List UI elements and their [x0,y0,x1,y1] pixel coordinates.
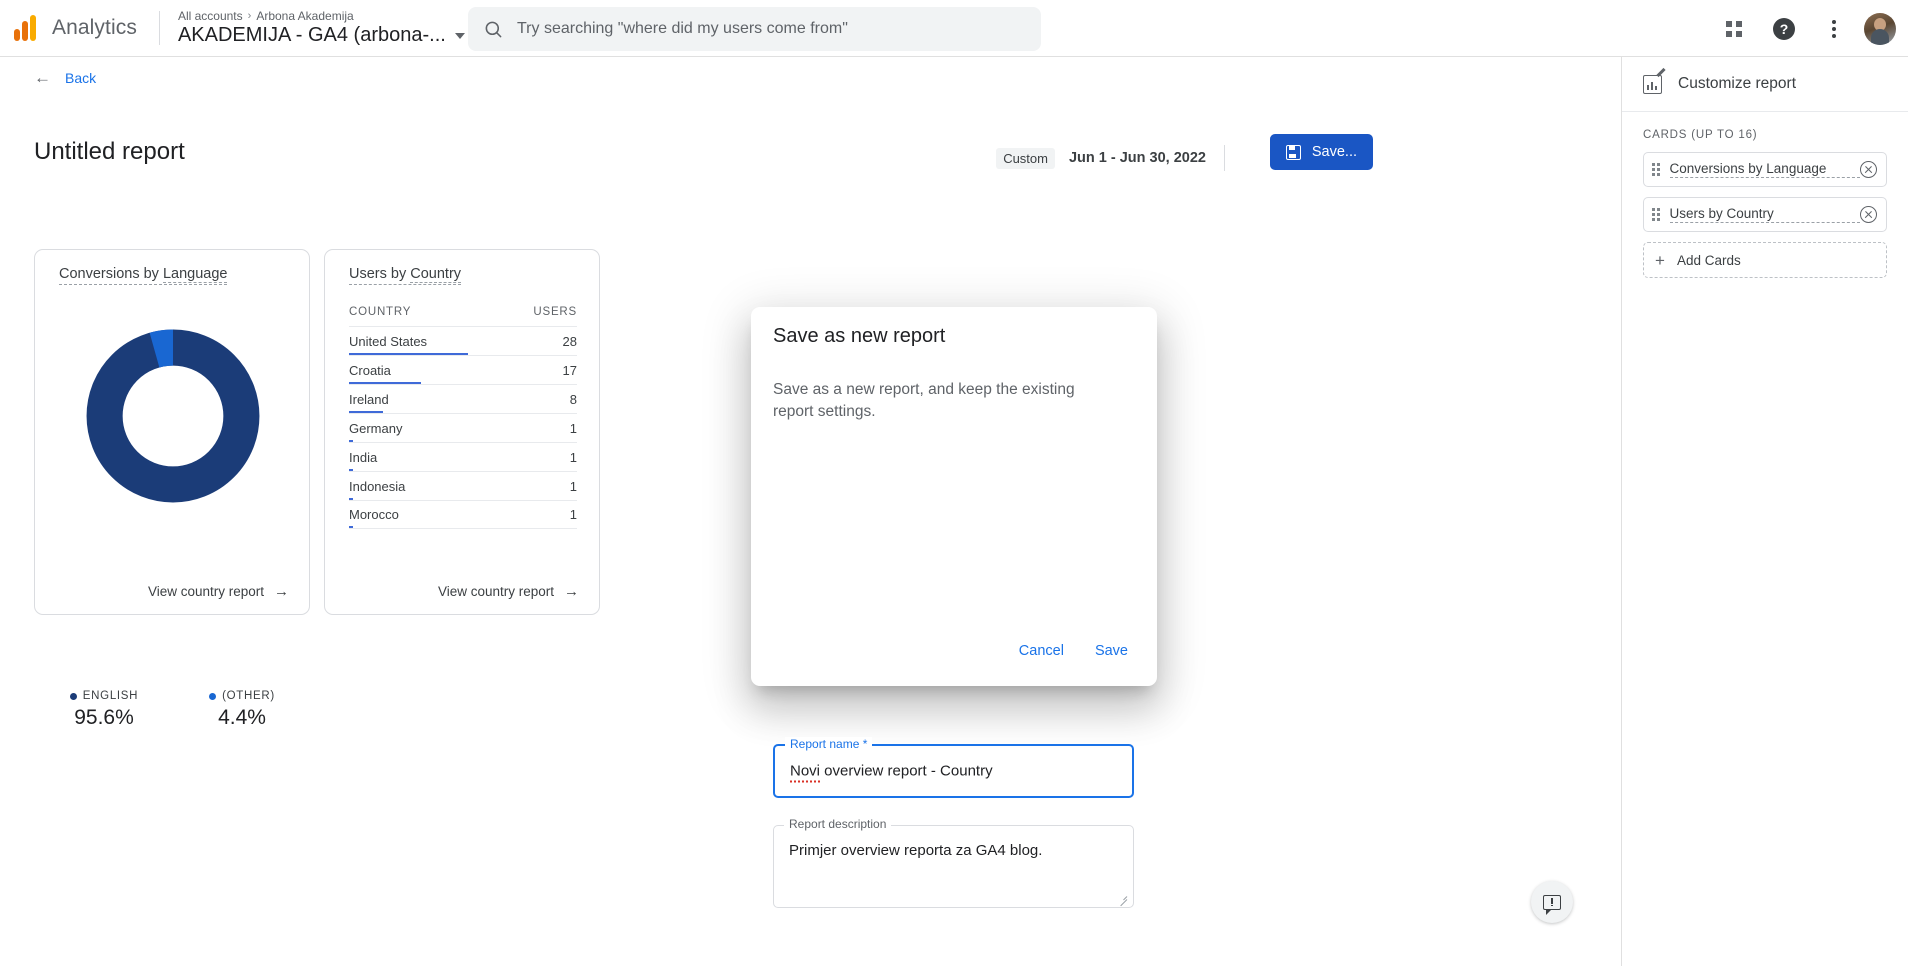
report-description-value: Primjer overview reporta za GA4 blog. [789,842,1043,859]
dialog-actions: Cancel Save [1010,636,1137,666]
cancel-button[interactable]: Cancel [1010,636,1073,666]
save-as-new-report-dialog: Save as new report Save as a new report,… [751,307,1157,908]
dialog-save-button[interactable]: Save [1086,636,1137,666]
misspelled-word: Novi [790,762,821,783]
report-name-label: Report name * [785,737,873,751]
resize-handle-icon[interactable] [1116,891,1128,907]
report-name-value: Novi overview report - Country [790,762,993,783]
report-description-label: Report description [784,817,892,831]
report-name-field[interactable]: Report name * Novi overview report - Cou… [773,737,1134,798]
dialog-description: Save as a new report, and keep the exist… [773,381,1075,420]
report-description-field[interactable]: Report description Primjer overview repo… [773,817,1134,908]
dialog-title: Save as new report [773,325,946,347]
report-name-rest: overview report - Country [820,762,993,780]
